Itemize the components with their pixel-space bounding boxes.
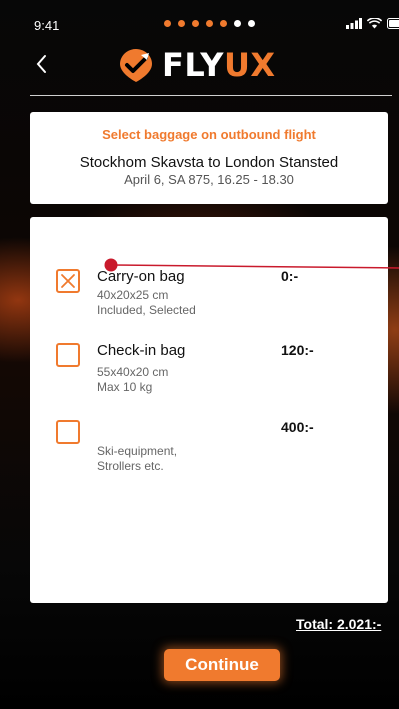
brand-fly: FLY	[162, 46, 224, 84]
carry-on-checkbox[interactable]	[56, 269, 80, 293]
page-dot	[178, 20, 185, 27]
app-screen: 9:41 FLYUX Select baggage on outbound fl…	[0, 0, 399, 709]
system-icons	[346, 18, 399, 29]
carry-on-price: 0:-	[281, 268, 299, 284]
status-time: 9:41	[34, 18, 60, 33]
status-bar: 9:41	[0, 0, 399, 40]
battery-icon	[387, 18, 399, 29]
total-price: Total: 2.021:-	[296, 616, 382, 632]
special-price: 400:-	[281, 419, 314, 435]
back-chevron-icon	[36, 55, 46, 73]
brand-logo: FLYUX	[116, 46, 276, 84]
carry-on-dimensions: 40x20x25 cm	[97, 288, 169, 302]
carry-on-status: Included, Selected	[97, 303, 196, 317]
page-dot	[192, 20, 199, 27]
brand-ux: UX	[223, 46, 276, 84]
continue-button[interactable]: Continue	[164, 649, 280, 681]
special-description-2: Strollers etc.	[97, 459, 164, 473]
baggage-option-special[interactable]: 400:- Ski-equipment, Strollers etc.	[56, 419, 346, 475]
wifi-icon	[367, 18, 382, 29]
flight-heading: Select baggage on outbound flight	[102, 127, 316, 142]
baggage-option-check-in[interactable]: Check-in bag 120:- 55x40x20 cm Max 10 kg	[56, 342, 346, 394]
carry-on-name: Carry-on bag	[97, 268, 185, 285]
header-divider	[30, 95, 392, 96]
page-dot	[248, 20, 255, 27]
back-button[interactable]	[30, 52, 54, 76]
check-in-price: 120:-	[281, 342, 314, 358]
special-checkbox[interactable]	[56, 420, 80, 444]
baggage-option-carry-on[interactable]: Carry-on bag 0:- 40x20x25 cm Included, S…	[56, 268, 346, 319]
page-dot	[206, 20, 213, 27]
check-in-dimensions: 55x40x20 cm	[97, 365, 169, 379]
plane-check-icon	[120, 49, 152, 82]
brand-wordmark: FLYUX	[162, 46, 276, 84]
page-dot	[164, 20, 171, 27]
x-mark-icon	[61, 274, 75, 288]
check-in-name: Check-in bag	[97, 342, 186, 359]
special-description-1: Ski-equipment,	[97, 444, 178, 458]
flight-route: Stockhom Skavsta to London Stansted	[79, 154, 339, 171]
flight-info-card: Select baggage on outbound flight Stockh…	[30, 112, 388, 204]
page-dot	[220, 20, 227, 27]
check-in-checkbox[interactable]	[56, 343, 80, 367]
page-dot	[234, 20, 241, 27]
check-in-weight: Max 10 kg	[97, 380, 153, 394]
flight-details: April 6, SA 875, 16.25 - 18.30	[124, 172, 294, 187]
signal-icon	[346, 18, 362, 29]
page-indicator	[164, 20, 255, 27]
